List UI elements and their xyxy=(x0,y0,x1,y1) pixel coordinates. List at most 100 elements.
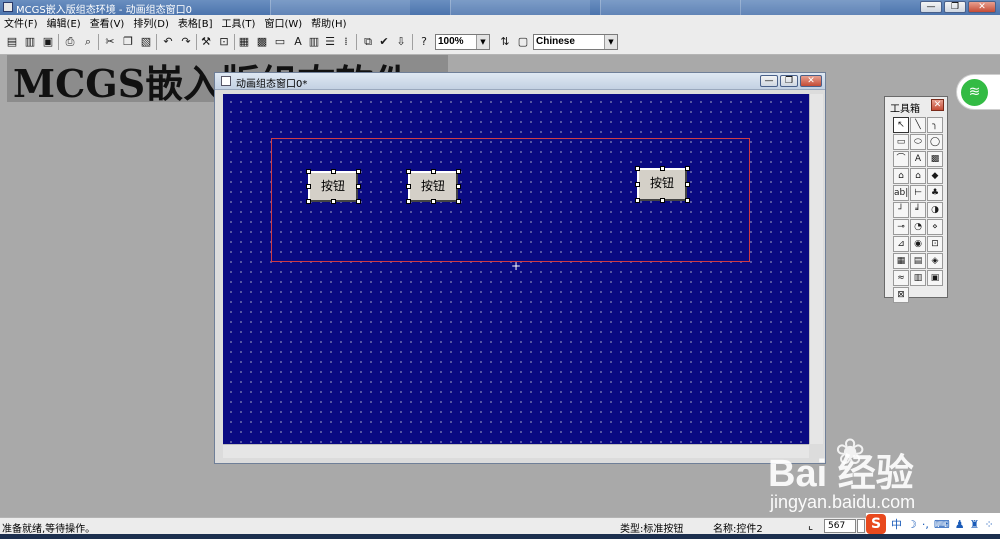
resize-handle[interactable] xyxy=(306,169,311,174)
resize-handle[interactable] xyxy=(456,199,461,204)
close-button[interactable]: ✕ xyxy=(800,75,822,87)
frame-icon[interactable]: ⊡ xyxy=(216,33,232,50)
menu-help[interactable]: 帮助(H) xyxy=(311,15,346,30)
menu-edit[interactable]: 编辑(E) xyxy=(47,15,81,30)
bitmap-tool-icon[interactable]: ▩ xyxy=(927,151,943,167)
zoom-select[interactable]: 100% ▼ xyxy=(435,34,490,50)
rounded-rect-tool-icon[interactable]: ⬭ xyxy=(910,134,926,150)
image-tool-icon[interactable]: ⊠ xyxy=(893,287,909,303)
vertical-scrollbar[interactable] xyxy=(809,94,823,444)
copy-icon[interactable]: ❐ xyxy=(120,33,136,50)
meter-tool-icon[interactable]: ◉ xyxy=(910,236,926,252)
sogou-ime-icon[interactable]: S xyxy=(866,514,886,534)
flow-tool-icon[interactable]: ◆ xyxy=(927,168,943,184)
design-window-titlebar[interactable]: 动画组态窗口0* — ❐ ✕ xyxy=(215,73,825,90)
download-icon[interactable]: ⇩ xyxy=(393,33,409,50)
report-tool-icon[interactable]: ▤ xyxy=(910,253,926,269)
resize-handle[interactable] xyxy=(331,199,336,204)
font-icon[interactable]: A xyxy=(290,33,306,50)
resize-handle[interactable] xyxy=(660,166,665,171)
minimize-button[interactable]: — xyxy=(920,1,942,13)
resize-handle[interactable] xyxy=(431,199,436,204)
close-icon[interactable]: ✕ xyxy=(931,99,944,111)
chevron-down-icon[interactable]: ▼ xyxy=(476,35,489,49)
wifi-icon[interactable]: ≋ xyxy=(961,79,988,106)
panel-tool-icon[interactable]: ▣ xyxy=(927,270,943,286)
background-tab[interactable] xyxy=(740,0,880,15)
grid-icon[interactable]: ▥ xyxy=(306,33,322,50)
moon-icon[interactable]: ☽ xyxy=(907,518,917,531)
punctuation-icon[interactable]: ·, xyxy=(922,518,929,531)
corner-tool-icon[interactable]: ┘ xyxy=(893,202,909,218)
resize-handle[interactable] xyxy=(685,166,690,171)
shirt-icon[interactable]: ♜ xyxy=(970,518,980,531)
resize-handle[interactable] xyxy=(356,184,361,189)
restore-button[interactable]: ❐ xyxy=(780,75,798,87)
text-tool-icon[interactable]: A xyxy=(910,151,926,167)
language-select[interactable]: Chinese ▼ xyxy=(533,34,618,50)
resize-handle[interactable] xyxy=(406,184,411,189)
grid-icon[interactable]: ⁘ xyxy=(985,518,994,531)
frame-tool-icon[interactable]: ⊡ xyxy=(927,236,943,252)
label-tool-icon[interactable]: ⊢ xyxy=(910,185,926,201)
user-icon[interactable]: ♟ xyxy=(955,518,965,531)
input-box-tool-icon[interactable]: ab| xyxy=(893,185,909,201)
menu-tools[interactable]: 工具(T) xyxy=(222,15,256,30)
design-canvas[interactable]: 按钮 按钮 按钮 + xyxy=(223,94,809,444)
resize-handle[interactable] xyxy=(635,182,640,187)
undo-icon[interactable]: ↶ xyxy=(160,33,176,50)
canvas-button-1[interactable]: 按钮 xyxy=(308,171,358,202)
menu-view[interactable]: 查看(V) xyxy=(90,15,125,30)
paste-icon[interactable]: ▧ xyxy=(138,33,154,50)
background-tab[interactable] xyxy=(450,0,590,15)
canvas-button-3[interactable]: 按钮 xyxy=(637,168,687,201)
keyboard-icon[interactable]: ⌨ xyxy=(934,518,950,531)
wifi-widget[interactable]: ≋ xyxy=(956,74,1000,110)
trend-tool-icon[interactable]: ⊿ xyxy=(893,236,909,252)
alarm-tool-icon[interactable]: ♣ xyxy=(927,185,943,201)
ellipse-tool-icon[interactable]: ◯ xyxy=(927,134,943,150)
print-preview-icon[interactable]: ⌕ xyxy=(80,33,96,50)
resize-handle[interactable] xyxy=(685,182,690,187)
symbol-lib-icon[interactable]: ⌂ xyxy=(893,168,909,184)
slider-tool-icon[interactable]: ⊸ xyxy=(893,219,909,235)
gauge-tool-icon[interactable]: ◔ xyxy=(910,219,926,235)
restore-button[interactable]: ❐ xyxy=(944,1,966,13)
curve-tool-icon[interactable]: ≈ xyxy=(893,270,909,286)
menu-window[interactable]: 窗口(W) xyxy=(264,15,302,30)
resize-handle[interactable] xyxy=(306,199,311,204)
tools-icon[interactable]: ⚒ xyxy=(198,33,214,50)
check-icon[interactable]: ✔ xyxy=(376,33,392,50)
language-icon[interactable]: ⇅ xyxy=(497,33,513,50)
chevron-down-icon[interactable]: ▼ xyxy=(604,35,617,49)
rotate-tool-icon[interactable]: ◑ xyxy=(927,202,943,218)
save-icon[interactable]: ▣ xyxy=(40,33,56,50)
background-tab[interactable] xyxy=(270,0,410,15)
layer-icon[interactable]: ▭ xyxy=(272,33,288,50)
new-icon[interactable]: ▤ xyxy=(4,33,20,50)
dots-icon[interactable]: ⁞ xyxy=(338,33,354,50)
distribute-icon[interactable]: ▩ xyxy=(254,33,270,50)
list-icon[interactable]: ☰ xyxy=(322,33,338,50)
window-icon[interactable]: ⧉ xyxy=(360,33,376,50)
canvas-button-2[interactable]: 按钮 xyxy=(408,171,458,202)
resize-handle[interactable] xyxy=(406,199,411,204)
minimize-button[interactable]: — xyxy=(760,75,778,87)
resize-handle[interactable] xyxy=(356,199,361,204)
pointer-tool-icon[interactable]: ↖ xyxy=(893,117,909,133)
resize-handle[interactable] xyxy=(660,198,665,203)
menu-table[interactable]: 表格[B] xyxy=(178,15,213,30)
menu-file[interactable]: 文件(F) xyxy=(4,15,38,30)
arc-tool-icon[interactable]: ╮ xyxy=(927,117,943,133)
datagrid-tool-icon[interactable]: ▥ xyxy=(910,270,926,286)
resize-handle[interactable] xyxy=(406,169,411,174)
step-tool-icon[interactable]: ╛ xyxy=(910,202,926,218)
align-icon[interactable]: ▦ xyxy=(236,33,252,50)
horizontal-scrollbar[interactable] xyxy=(223,444,809,458)
blank-icon[interactable]: ▢ xyxy=(515,33,531,50)
polyline-tool-icon[interactable]: ⌒ xyxy=(893,151,909,167)
close-button[interactable]: ✕ xyxy=(968,1,996,13)
resize-handle[interactable] xyxy=(635,166,640,171)
resize-handle[interactable] xyxy=(456,169,461,174)
resize-handle[interactable] xyxy=(456,184,461,189)
